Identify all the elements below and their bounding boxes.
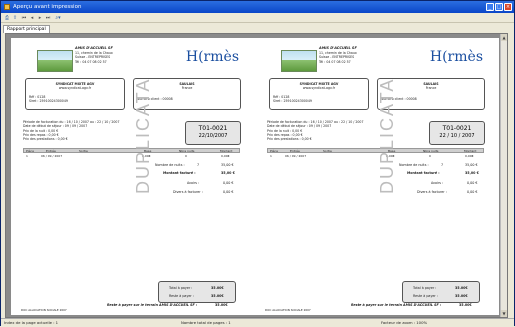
status-bar: Index de la page actuelle : 1 Nombre tot… (1, 318, 514, 326)
remaining-footer: Reste à payer sur le terrain AMIS D'ACCU… (107, 303, 198, 307)
close-button[interactable]: × (504, 3, 512, 11)
client-box: SYNDICAT MIXTE AGV www.syndicat-agv.fr R… (269, 78, 369, 110)
print-preview-window: Aperçu avant impression _ □ × ⎙ ⇪ ⏮ ◂ ▸ … (0, 0, 515, 326)
table-row: 1 06 / 09 / 2007 0,00€ 0 0,00€ (270, 154, 474, 158)
footer-note: DOC ALLOCATION SOCIALE 2007 (265, 308, 311, 312)
landscape-logo (281, 50, 317, 72)
duplicata-watermark: DUPLICATA (377, 77, 397, 194)
sender-address: AMIS D'ACCUEIL SF 11, chemin de la Chaux… (319, 46, 357, 64)
table-header: Pièce Entrée Sortie Base Nbre nuits Mont… (267, 148, 484, 153)
sender-address: AMIS D'ACCUEIL SF 11, chemin de la Chaux… (75, 46, 113, 64)
client-box: SYNDICAT MIXTE AGV www.syndicat-agv.fr R… (25, 78, 125, 110)
toolbar: ⎙ ⇪ ⏮ ◂ ▸ ⏭ ⌕▾ (1, 13, 514, 23)
title-bar: Aperçu avant impression _ □ × (1, 1, 514, 13)
payment-summary-box: Total à payer : 35.00€ Reste à payer : 3… (158, 281, 236, 303)
report-viewport: AMIS D'ACCUEIL SF 11, chemin de la Chaux… (5, 33, 508, 318)
invoice-number-box: T01-0021 22/10/2007 (185, 121, 241, 145)
print-icon[interactable]: ⎙ (4, 15, 10, 21)
maximize-button[interactable]: □ (495, 3, 503, 11)
tab-strip: Rapport principal (1, 24, 514, 33)
invoice-number-box: T01-0021 22 / 10 / 2007 (429, 121, 485, 145)
table-header: Pièce Entrée Sortie Base Nbre nuits Mont… (23, 148, 240, 153)
prev-page-icon[interactable]: ◂ (29, 15, 35, 21)
tab-main-report[interactable]: Rapport principal (3, 25, 50, 33)
vertical-scrollbar[interactable]: ▲ ▼ (500, 34, 507, 317)
last-page-icon[interactable]: ⏭ (45, 15, 51, 21)
landscape-logo (37, 50, 73, 72)
remaining-footer-value: 35.00€ (459, 303, 472, 307)
hermes-logo: H(rmès (185, 49, 239, 65)
zoom-icon[interactable]: ⌕▾ (55, 15, 61, 21)
export-icon[interactable]: ⇪ (12, 15, 18, 21)
invoice-right: AMIS D'ACCUEIL SF 11, chemin de la Chaux… (265, 46, 485, 312)
next-page-icon[interactable]: ▸ (37, 15, 43, 21)
duplicata-watermark: DUPLICATA (133, 77, 153, 194)
window-title: Aperçu avant impression (13, 4, 82, 10)
scroll-down-icon[interactable]: ▼ (501, 310, 507, 317)
minimize-button[interactable]: _ (486, 3, 494, 11)
hermes-logo: H(rmès (429, 49, 483, 65)
payment-summary-box: Total à payer : 35.00€ Reste à payer : 3… (402, 281, 480, 303)
first-page-icon[interactable]: ⏮ (21, 15, 27, 21)
footer-note: DOC ALLOCATION SOCIALE 2007 (21, 308, 67, 312)
remaining-footer-value: 35.00€ (215, 303, 228, 307)
invoice-left: AMIS D'ACCUEIL SF 11, chemin de la Chaux… (21, 46, 241, 312)
report-page: AMIS D'ACCUEIL SF 11, chemin de la Chaux… (11, 38, 499, 315)
remaining-footer: Reste à payer sur le terrain AMIS D'ACCU… (351, 303, 442, 307)
table-row: 1 06 / 09 / 2007 0,00€ 0 0,00€ (26, 154, 230, 158)
scroll-up-icon[interactable]: ▲ (501, 34, 507, 41)
app-icon (4, 4, 10, 10)
